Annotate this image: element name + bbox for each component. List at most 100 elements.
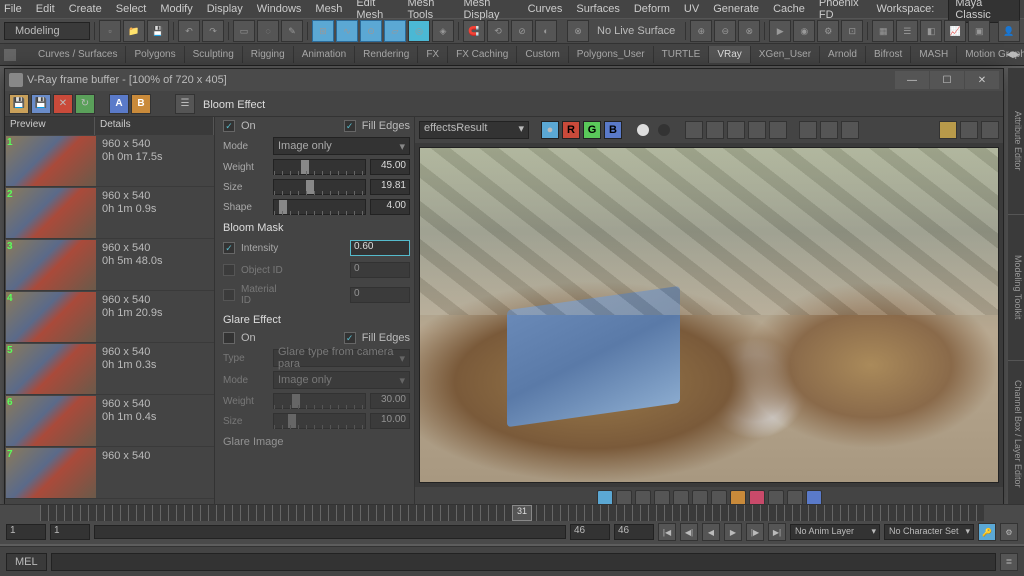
glare-fill-checkbox[interactable] [344,332,356,344]
history-item[interactable]: 960 x 5400h 0m 17.5s [5,135,214,187]
no-live-icon[interactable]: ⊗ [567,20,589,42]
script-editor-icon[interactable]: ≣ [1000,553,1018,571]
glare-type-select[interactable]: Glare type from camera para [273,349,410,367]
delete-icon[interactable]: ✕ [53,94,73,114]
play-back-icon[interactable]: ◀ [702,523,720,541]
shelf-sculpting[interactable]: Sculpting [185,46,243,63]
history-icon[interactable]: ⟲ [487,20,509,42]
menu-cache[interactable]: Cache [773,3,805,15]
menu-set-select[interactable]: Modeling [4,22,90,40]
history-col-preview[interactable]: Preview [5,117,95,135]
close-button[interactable]: ✕ [965,71,999,89]
lasso-icon[interactable]: ◌ [257,20,279,42]
new-scene-icon[interactable]: ▫ [99,20,121,42]
vray-logo-icon[interactable] [939,121,957,139]
prefs-icon[interactable]: ⚙ [1000,523,1018,541]
minimize-button[interactable]: — [895,71,929,89]
channel-r-button[interactable]: R [562,121,580,139]
matid-field[interactable]: 0 [350,287,410,303]
goto-start-icon[interactable]: |◀ [658,523,676,541]
compare-a-button[interactable]: A [109,94,129,114]
info-icon[interactable] [706,121,724,139]
menu-uv[interactable]: UV [684,3,699,15]
history-item[interactable]: 960 x 540 [5,447,214,499]
menu-windows[interactable]: Windows [257,3,302,15]
history-list[interactable]: 960 x 5400h 0m 17.5s 960 x 5400h 1m 0.9s… [5,135,214,509]
tab-attribute-editor[interactable]: Attribute Editor [1008,68,1024,215]
command-input[interactable] [51,553,996,571]
range-slider[interactable] [94,525,566,539]
menu-edit-mesh[interactable]: Edit Mesh [356,0,393,21]
shelf-curves[interactable]: Curves / Surfaces [30,46,126,63]
objid-field[interactable]: 0 [350,262,410,278]
tab-modeling-toolkit[interactable]: Modeling Toolkit [1008,215,1024,362]
mono-white-icon[interactable] [637,124,649,136]
glare-weight-slider[interactable] [273,393,366,409]
render-viewport[interactable] [419,147,999,483]
anim-layer-select[interactable]: No Anim Layer [790,524,880,540]
save-scene-icon[interactable]: 💾 [147,20,169,42]
shelf-rendering[interactable]: Rendering [355,46,418,63]
history-item[interactable]: 960 x 5400h 1m 0.3s [5,343,214,395]
autokey-icon[interactable]: 🔑 [978,523,996,541]
history-item[interactable]: 960 x 5400h 5m 48.0s [5,239,214,291]
compare-b-button[interactable]: B [131,94,151,114]
glare-on-checkbox[interactable] [223,332,235,344]
menu-edit[interactable]: Edit [36,3,55,15]
shelf-custom[interactable]: Custom [517,46,568,63]
channel-b-button[interactable]: B [604,121,622,139]
bloom-weight-slider[interactable] [273,159,366,175]
shelf-fx[interactable]: FX [418,46,448,63]
snap-point-icon[interactable]: ⊙ [360,20,382,42]
render-icon[interactable]: ▶ [769,20,791,42]
menu-curves[interactable]: Curves [528,3,563,15]
account-icon[interactable]: 👤 [998,20,1020,42]
bloom-size-field[interactable]: 19.81 [370,179,410,195]
swap-icon[interactable] [685,121,703,139]
track-mouse-icon[interactable] [769,121,787,139]
link-icon[interactable] [841,121,859,139]
asset-icon[interactable]: ▣ [968,20,990,42]
intensity-field[interactable]: 0.60 [350,240,410,256]
sym-z-icon[interactable]: ⊗ [738,20,760,42]
glare-size-slider[interactable] [273,413,366,429]
panel-layout-icon[interactable]: ▦ [872,20,894,42]
sym-x-icon[interactable]: ⊕ [690,20,712,42]
shelf-turtle[interactable]: TURTLE [654,46,710,63]
range-end-field[interactable]: 46 [614,524,654,540]
maximize-button[interactable]: ☐ [930,71,964,89]
shelf-rigging[interactable]: Rigging [243,46,294,63]
history-off-icon[interactable]: ⊘ [511,20,533,42]
menu-mesh-display[interactable]: Mesh Display [463,0,513,21]
glare-size-field[interactable]: 10.00 [370,413,410,429]
snap-plane-icon[interactable]: ▱ [384,20,406,42]
matid-checkbox[interactable] [223,289,235,301]
bloom-weight-field[interactable]: 45.00 [370,159,410,175]
clear-icon[interactable] [799,121,817,139]
history-item[interactable]: 960 x 5400h 1m 0.9s [5,187,214,239]
shelf-polygons[interactable]: Polygons [126,46,184,63]
render-settings-icon[interactable]: ⚙ [817,20,839,42]
shelf-xgen[interactable]: XGen_User [751,46,820,63]
clone-icon[interactable] [820,121,838,139]
shelf-arnold[interactable]: Arnold [820,46,866,63]
shelf-animation[interactable]: Animation [294,46,355,63]
menu-display[interactable]: Display [207,3,243,15]
history-item[interactable]: 960 x 5400h 1m 0.4s [5,395,214,447]
shelf-polyuser[interactable]: Polygons_User [569,46,654,63]
mono-dark-icon[interactable] [658,124,670,136]
snap-curve-icon[interactable]: ∿ [336,20,358,42]
bloom-shape-field[interactable]: 4.00 [370,199,410,215]
hypershade-icon[interactable]: ◧ [920,20,942,42]
settings-icon[interactable] [981,121,999,139]
snap-view-icon[interactable]: ◈ [432,20,454,42]
bloom-mode-select[interactable]: Image only [273,137,410,155]
goto-end-icon[interactable]: ▶| [768,523,786,541]
shelf-bifrost[interactable]: Bifrost [866,46,911,63]
script-lang-button[interactable]: MEL [6,553,47,571]
render-channel-select[interactable]: effectsResult [419,121,529,139]
current-frame-indicator[interactable]: 31 [512,505,532,521]
render-globals-icon[interactable]: ⊡ [841,20,863,42]
character-set-select[interactable]: No Character Set [884,524,974,540]
objid-checkbox[interactable] [223,264,235,276]
